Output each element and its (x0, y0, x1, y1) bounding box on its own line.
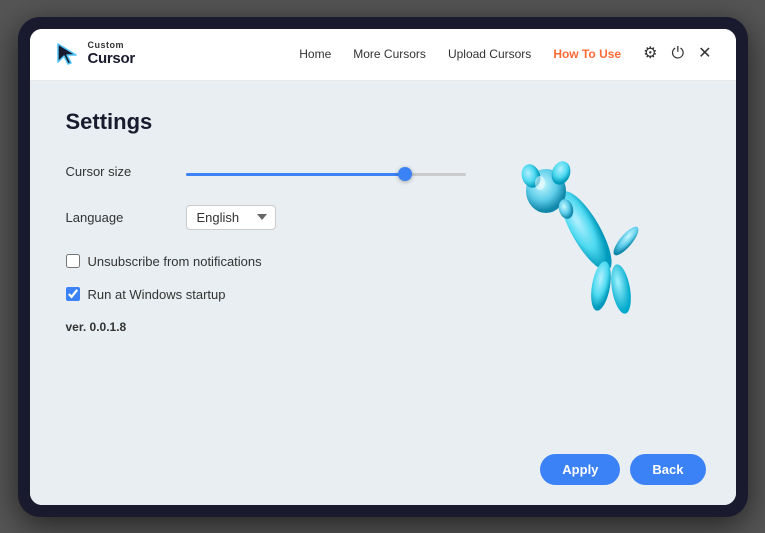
nav-how-to-use[interactable]: How To Use (553, 47, 621, 61)
nav-home[interactable]: Home (299, 47, 331, 61)
language-label: Language (66, 210, 186, 225)
header-icons: ⚙ ⏻ ✕ (643, 46, 711, 62)
nav-upload-cursors[interactable]: Upload Cursors (448, 47, 531, 61)
logo-text: Custom Cursor (88, 41, 135, 67)
button-row: Apply Back (540, 454, 705, 485)
cursor-size-slider[interactable] (186, 173, 466, 176)
unsubscribe-label: Unsubscribe from notifications (88, 254, 262, 269)
close-icon[interactable]: ✕ (698, 46, 711, 62)
device-frame: Custom Cursor Home More Cursors Upload C… (18, 17, 748, 517)
nav-links: Home More Cursors Upload Cursors How To … (299, 47, 621, 61)
back-button[interactable]: Back (630, 454, 705, 485)
logo-icon (54, 40, 82, 68)
startup-checkbox[interactable] (66, 287, 80, 301)
window: Custom Cursor Home More Cursors Upload C… (30, 29, 736, 505)
unsubscribe-checkbox[interactable] (66, 254, 80, 268)
logo: Custom Cursor (54, 40, 135, 68)
gear-icon[interactable]: ⚙ (643, 46, 657, 62)
balloon-decoration (516, 141, 676, 341)
apply-button[interactable]: Apply (540, 454, 620, 485)
nav-more-cursors[interactable]: More Cursors (353, 47, 426, 61)
power-icon[interactable]: ⏻ (671, 46, 684, 62)
main-content: Settings Cursor size Language English Sp… (30, 81, 736, 505)
language-select[interactable]: English Spanish French German Russian (186, 205, 276, 230)
logo-cursor: Cursor (88, 51, 135, 68)
cursor-size-label: Cursor size (66, 164, 186, 179)
cursor-size-slider-container (186, 163, 486, 181)
header: Custom Cursor Home More Cursors Upload C… (30, 29, 736, 81)
settings-title: Settings (66, 109, 700, 135)
startup-label: Run at Windows startup (88, 287, 226, 302)
